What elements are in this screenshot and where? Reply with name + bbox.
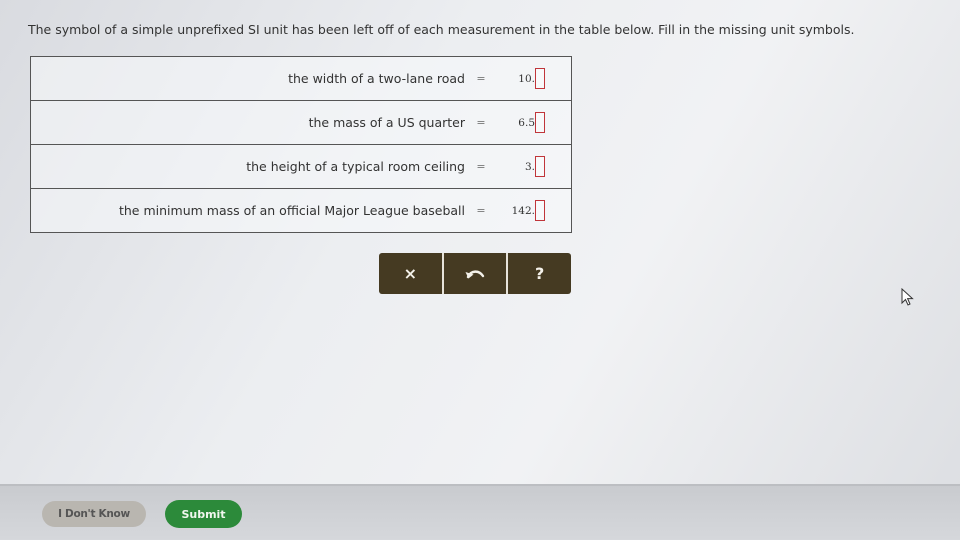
row-label: the height of a typical room ceiling	[246, 159, 465, 174]
row-value: 3.	[524, 160, 535, 173]
undo-icon	[464, 267, 486, 281]
clear-button[interactable]: ×	[379, 253, 444, 294]
equals-sign: =	[476, 72, 486, 85]
table-row: the mass of a US quarter = 6.5	[31, 101, 571, 145]
table-row: the width of a two-lane road = 10.	[31, 57, 571, 101]
submit-button[interactable]: Submit	[165, 500, 242, 528]
mouse-cursor-icon	[901, 287, 915, 312]
row-label: the mass of a US quarter	[308, 115, 465, 130]
row-value: 142.	[511, 204, 535, 217]
unit-answer-input[interactable]	[535, 156, 545, 177]
help-button[interactable]: ?	[508, 253, 571, 294]
unit-answer-input[interactable]	[535, 68, 545, 89]
measurement-table: the width of a two-lane road = 10. the m…	[30, 56, 572, 233]
unit-answer-input[interactable]	[535, 200, 545, 221]
row-label: the minimum mass of an official Major Le…	[118, 203, 465, 218]
dont-know-button[interactable]: I Don't Know	[42, 501, 146, 527]
undo-button[interactable]	[444, 253, 509, 294]
row-value: 6.5	[518, 116, 535, 129]
answer-toolbar: × ?	[379, 253, 571, 294]
equals-sign: =	[476, 204, 486, 217]
table-row: the height of a typical room ceiling = 3…	[31, 145, 571, 189]
equals-sign: =	[476, 116, 486, 129]
equals-sign: =	[476, 160, 486, 173]
unit-answer-input[interactable]	[535, 112, 545, 133]
row-label: the width of a two-lane road	[288, 71, 465, 86]
instructions-text: The symbol of a simple unprefixed SI uni…	[28, 22, 855, 37]
row-value: 10.	[518, 72, 535, 85]
table-row: the minimum mass of an official Major Le…	[31, 189, 571, 232]
